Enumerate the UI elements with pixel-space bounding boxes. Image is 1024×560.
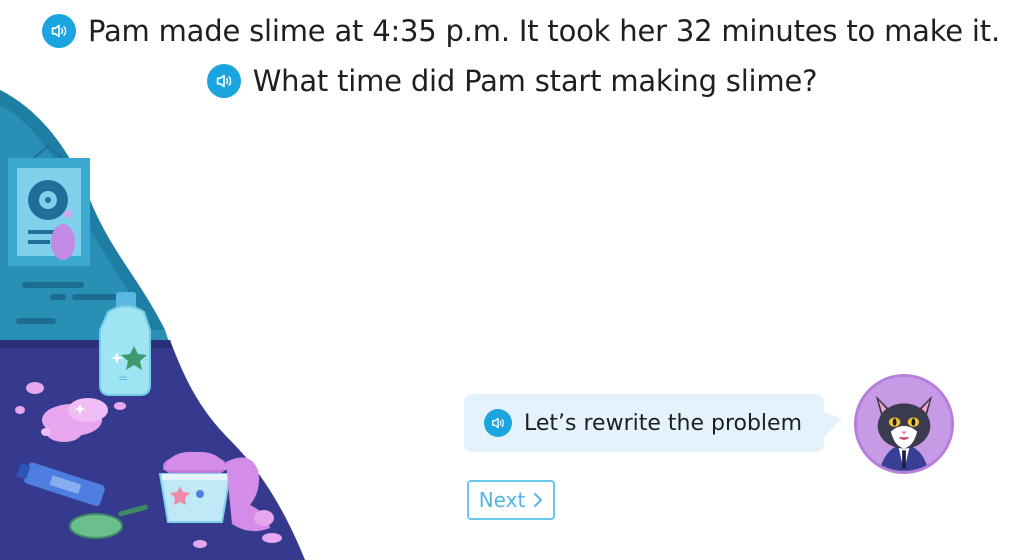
chevron-right-icon bbox=[533, 488, 543, 512]
next-label: Next bbox=[478, 488, 526, 512]
svg-text:=: = bbox=[118, 371, 128, 385]
question-line-1: Pam made slime at 4:35 p.m. It took her … bbox=[18, 14, 1024, 48]
speaker-icon[interactable] bbox=[42, 14, 76, 48]
cat-avatar bbox=[854, 374, 954, 474]
hint-bubble: Let’s rewrite the problem bbox=[464, 394, 824, 452]
speaker-icon[interactable] bbox=[206, 64, 241, 98]
bubble-tail bbox=[822, 404, 842, 440]
question-line-2: What time did Pam start making slime? bbox=[0, 64, 1024, 98]
hint-text: Let’s rewrite the problem bbox=[524, 410, 803, 436]
speaker-icon[interactable] bbox=[484, 409, 512, 437]
question-text: Pam made slime at 4:35 p.m. It took her … bbox=[88, 14, 1000, 48]
next-button[interactable]: Next bbox=[467, 480, 555, 520]
question-text: What time did Pam start making slime? bbox=[252, 64, 818, 98]
